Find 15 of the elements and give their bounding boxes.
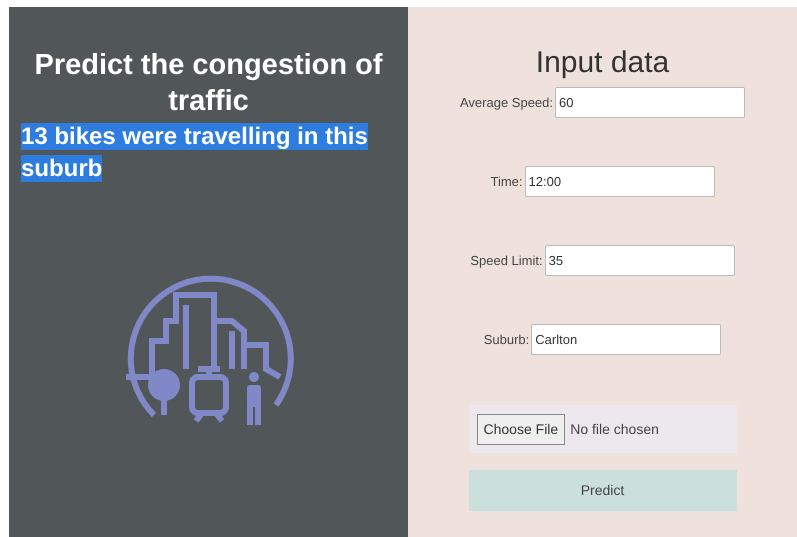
text-field[interactable]: 12:00 xyxy=(524,166,715,197)
form-title: Input data xyxy=(536,45,670,81)
field-label: Average Speed: xyxy=(460,94,553,112)
result-text: 13 bikes were travelling in this suburb xyxy=(21,122,369,184)
text-field[interactable]: 60 xyxy=(555,87,745,118)
choose-file-button[interactable]: Choose File xyxy=(476,414,566,444)
page-title: Predict the congestion of traffic xyxy=(33,48,384,119)
predict-button[interactable]: Predict xyxy=(468,470,736,511)
text-field[interactable]: Carlton xyxy=(531,324,722,355)
field-label: Time: xyxy=(490,172,523,191)
field-label: Speed Limit: xyxy=(470,252,543,270)
text-field[interactable]: 35 xyxy=(544,245,735,276)
file-status: No file chosen xyxy=(570,420,659,438)
file-input[interactable]: Choose File No file chosen xyxy=(468,405,736,453)
field-label: Suburb: xyxy=(484,330,530,349)
